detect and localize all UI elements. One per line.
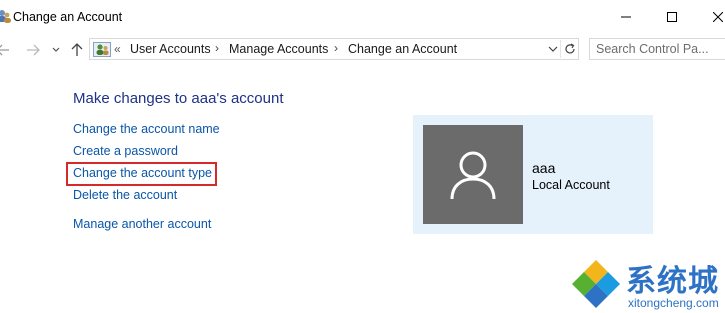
address-history-dropdown[interactable] bbox=[546, 41, 560, 57]
chevron-down-icon bbox=[548, 46, 558, 52]
breadcrumb-separator[interactable]: › bbox=[334, 41, 338, 55]
watermark-chinese-text: 系统城 bbox=[626, 264, 719, 299]
breadcrumb-separator[interactable]: › bbox=[215, 41, 219, 55]
chevron-down-icon bbox=[52, 47, 60, 52]
back-arrow-icon bbox=[0, 44, 9, 56]
window-title: Change an Account bbox=[13, 10, 123, 24]
control-panel-users-icon bbox=[93, 41, 111, 58]
breadcrumb-user-accounts[interactable]: User Accounts bbox=[130, 42, 211, 56]
refresh-icon bbox=[565, 43, 575, 54]
search-input[interactable]: Search Control Pa... bbox=[589, 38, 725, 60]
close-icon bbox=[713, 12, 723, 22]
avatar bbox=[423, 125, 523, 224]
close-button[interactable] bbox=[695, 0, 725, 34]
refresh-button[interactable] bbox=[560, 40, 579, 58]
user-accounts-app-icon bbox=[0, 9, 11, 23]
back-button[interactable] bbox=[0, 40, 12, 60]
highlight-annotation-box bbox=[66, 162, 217, 186]
create-password-link[interactable]: Create a password bbox=[73, 144, 178, 158]
user-silhouette-icon bbox=[450, 151, 496, 199]
manage-another-account-link[interactable]: Manage another account bbox=[73, 217, 211, 231]
title-bar: Change an Account bbox=[0, 0, 725, 34]
site-watermark: 系统城 xitongcheng.com bbox=[570, 256, 725, 313]
address-overflow-chevron[interactable]: « bbox=[114, 42, 121, 56]
up-arrow-icon bbox=[71, 43, 83, 56]
up-button[interactable] bbox=[68, 40, 86, 60]
minimize-button[interactable] bbox=[603, 0, 649, 34]
maximize-icon bbox=[667, 12, 677, 22]
forward-arrow-icon bbox=[27, 44, 40, 56]
account-name: aaa bbox=[532, 160, 556, 176]
account-type: Local Account bbox=[532, 178, 610, 192]
breadcrumb-change-account[interactable]: Change an Account bbox=[348, 42, 457, 56]
delete-account-link[interactable]: Delete the account bbox=[73, 188, 177, 202]
page-heading: Make changes to aaa's account bbox=[73, 90, 284, 107]
maximize-button[interactable] bbox=[649, 0, 695, 34]
address-bar[interactable]: « User Accounts › Manage Accounts › Chan… bbox=[89, 38, 579, 60]
breadcrumb-manage-accounts[interactable]: Manage Accounts bbox=[229, 42, 328, 56]
watermark-logo-icon bbox=[572, 260, 620, 308]
minimize-icon bbox=[621, 16, 631, 18]
account-card: aaa Local Account bbox=[413, 115, 653, 234]
forward-button[interactable] bbox=[24, 40, 42, 60]
change-account-name-link[interactable]: Change the account name bbox=[73, 122, 220, 136]
watermark-url-text: xitongcheng.com bbox=[628, 296, 719, 310]
recent-locations-button[interactable] bbox=[47, 40, 65, 60]
